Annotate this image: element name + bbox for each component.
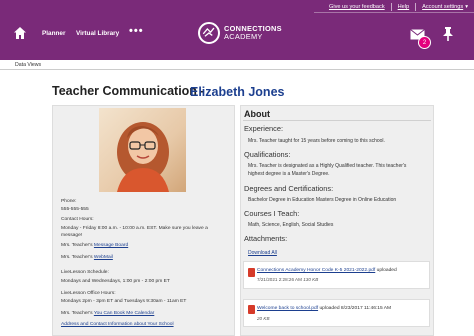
office-hours-label: LiveLesson Office Hours: bbox=[61, 291, 116, 296]
more-menu-icon[interactable]: ••• bbox=[129, 25, 144, 37]
livelesson-schedule-label: LiveLesson Schedule: bbox=[61, 270, 109, 275]
attachment-title-row: Connections Academy Honor Code K-5 2021-… bbox=[257, 268, 397, 273]
account-settings-link[interactable]: Account settings bbox=[422, 4, 463, 10]
nav-planner[interactable]: Planner bbox=[42, 30, 65, 37]
attachment-date: 7/21/2021 2:28:26 AM bbox=[257, 277, 302, 282]
attachment-action: uploaded 8/23/2017 11:46:15 AM bbox=[319, 306, 392, 311]
attachment-link[interactable]: Connections Academy Honor Code K-5 2021-… bbox=[257, 268, 375, 273]
home-icon[interactable] bbox=[13, 26, 27, 40]
pin-icon[interactable] bbox=[442, 26, 454, 42]
phone-label: Phone: bbox=[61, 199, 77, 204]
webmail-prefix: Mrs. Teacher's bbox=[61, 255, 93, 260]
breadcrumb-bar bbox=[0, 60, 474, 70]
utility-links: Give us your feedback Help Account setti… bbox=[329, 3, 468, 11]
nav-virtual-library[interactable]: Virtual Library bbox=[76, 30, 119, 37]
breadcrumb[interactable]: Data Views bbox=[15, 62, 41, 68]
connections-academy-logo[interactable]: CONNECTIONS ACADEMY bbox=[198, 22, 282, 44]
page-title: Teacher Communication - bbox=[52, 84, 205, 98]
attachment-link[interactable]: Welcome back to school.pdf bbox=[257, 306, 318, 311]
attachment-item bbox=[243, 261, 430, 289]
livelesson-schedule: Mondays and Wednesdays, 1:00 pm - 2:00 p… bbox=[61, 279, 170, 284]
help-link[interactable]: Help bbox=[398, 4, 410, 10]
notification-badge[interactable]: 2 bbox=[418, 36, 431, 49]
courses-heading: Courses I Teach: bbox=[244, 209, 300, 218]
webmail-link[interactable]: WebMail bbox=[94, 255, 113, 260]
school-address-link[interactable]: Address and Contact Information about Yo… bbox=[61, 321, 174, 328]
contact-hours-line1: Monday - Friday 8:00 a.m. - 10:00 a.m. E… bbox=[61, 226, 208, 231]
message-board-row: Mrs. Teacher's Message Board bbox=[61, 242, 128, 249]
utility-separator bbox=[390, 3, 392, 11]
attachment-meta: 20 KB bbox=[257, 316, 270, 321]
courses-text: Math, Science, English, Social Studies bbox=[248, 222, 334, 228]
office-hours: Mondays 2pm - 3pm ET and Tuesdays 9:30am… bbox=[61, 299, 187, 304]
contact-hours-line2: message! bbox=[61, 233, 83, 238]
attachment-size: 20 KB bbox=[257, 316, 270, 321]
attachment-action: uploaded bbox=[376, 268, 397, 273]
chevron-down-icon[interactable]: ▾ bbox=[465, 4, 468, 10]
message-board-prefix: Mrs. Teacher's bbox=[61, 243, 93, 248]
phone-value: 555-555-555 bbox=[61, 207, 89, 212]
degrees-heading: Degrees and Certifications: bbox=[244, 184, 334, 193]
contact-hours-label: Contact Hours: bbox=[61, 217, 94, 222]
degrees-text: Bachelor Degree in Education Masters Deg… bbox=[248, 197, 397, 203]
attachment-meta: 7/21/2021 2:28:26 AM 130 KB bbox=[257, 277, 318, 282]
message-board-link[interactable]: Message Board bbox=[94, 243, 128, 248]
attachment-size: 130 KB bbox=[303, 277, 319, 282]
booking-calendar-link[interactable]: You Can Book Me Calendar bbox=[94, 311, 154, 316]
experience-text: Mrs. Teacher taught for 15 years before … bbox=[248, 138, 385, 144]
attachments-heading: Attachments: bbox=[244, 234, 288, 243]
experience-heading: Experience: bbox=[244, 124, 284, 133]
booking-row: Mrs. Teacher's You Can Book Me Calendar bbox=[61, 310, 154, 317]
pdf-file-icon bbox=[248, 305, 255, 314]
attachment-item bbox=[243, 299, 430, 327]
teacher-photo bbox=[99, 108, 186, 192]
utility-separator bbox=[415, 3, 417, 11]
download-all-link[interactable]: Download All bbox=[248, 250, 277, 256]
about-title: About bbox=[244, 109, 270, 119]
qualifications-heading: Qualifications: bbox=[244, 150, 291, 159]
pdf-file-icon bbox=[248, 268, 255, 277]
teacher-name: Elizabeth Jones bbox=[190, 85, 285, 99]
logo-emblem-icon bbox=[198, 22, 220, 44]
attachment-title-row: Welcome back to school.pdf uploaded 8/23… bbox=[257, 306, 391, 311]
qualifications-text-2: highest degree is a Master's Degree. bbox=[248, 171, 330, 177]
booking-prefix: Mrs. Teacher's bbox=[61, 311, 93, 316]
utility-divider bbox=[314, 12, 474, 13]
logo-text-line2: ACADEMY bbox=[224, 32, 263, 41]
about-divider bbox=[243, 120, 431, 121]
feedback-link[interactable]: Give us your feedback bbox=[329, 4, 385, 10]
webmail-row: Mrs. Teacher's WebMail bbox=[61, 254, 113, 261]
qualifications-text-1: Mrs. Teacher is designated as a Highly Q… bbox=[248, 163, 407, 169]
